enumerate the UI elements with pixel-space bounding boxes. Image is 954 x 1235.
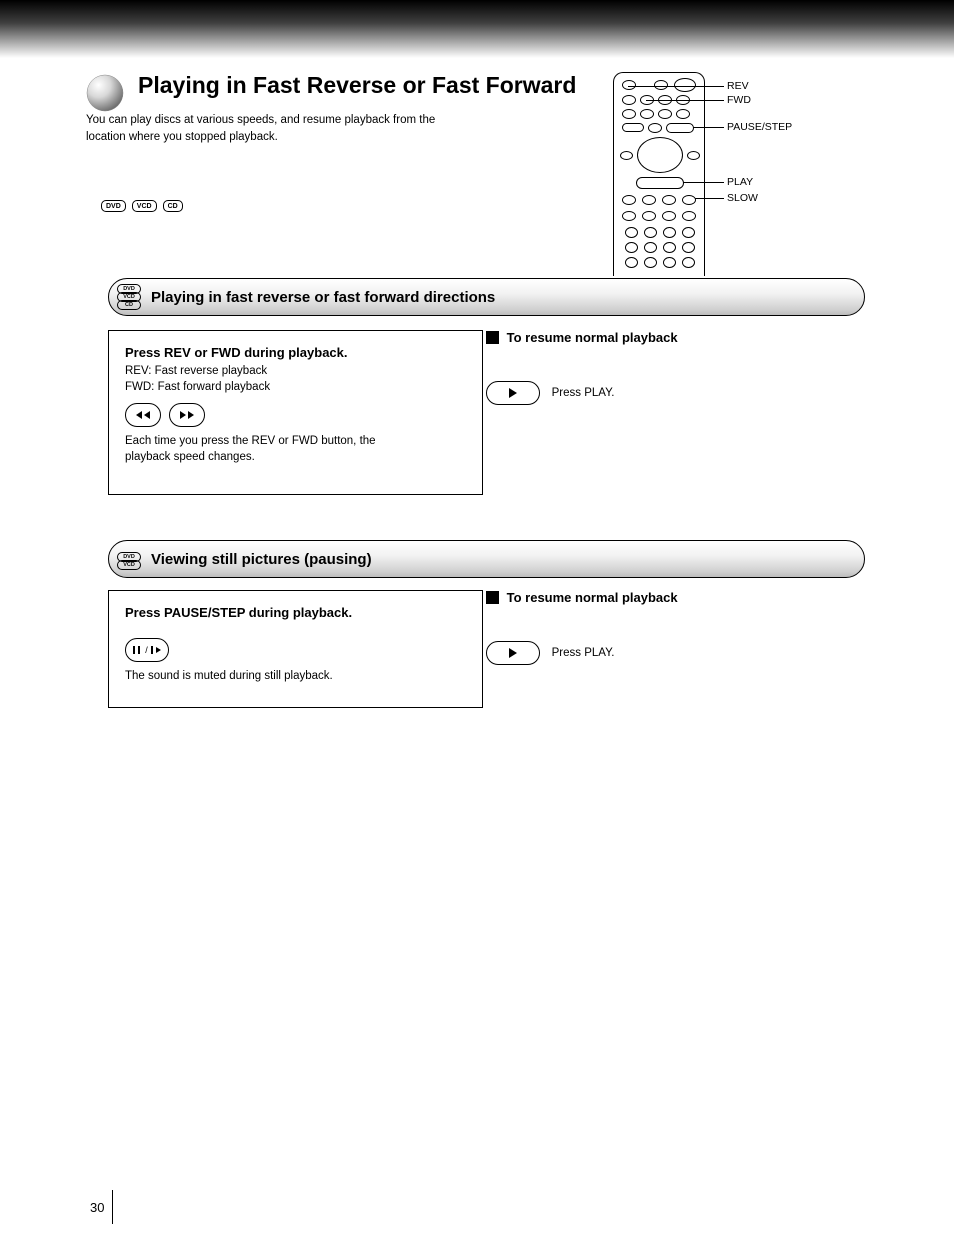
section1-title: Playing in fast reverse or fast forward …	[151, 289, 495, 306]
section1-right-title: To resume normal playback	[507, 330, 678, 345]
section1-icons: DVD VCD CD	[117, 285, 141, 309]
section1-step-body-bottom: Each time you press the REV or FWD butto…	[125, 433, 466, 465]
badge-vcd: VCD	[132, 200, 157, 212]
page-header: Playing in Fast Reverse or Fast Forward …	[86, 70, 616, 145]
section1-right-label: Press PLAY.	[552, 387, 615, 399]
label-fwd: FWD	[727, 94, 751, 106]
page-number: 30	[90, 1200, 104, 1215]
section1-step-body-top: REV: Fast reverse playback FWD: Fast for…	[125, 363, 466, 395]
section1-right: To resume normal playback Press PLAY.	[486, 330, 876, 411]
section2-right-label: Press PLAY.	[552, 647, 615, 659]
remote-diagram: REV FWD PAUSE/STEP PLAY SLOW	[613, 72, 893, 277]
label-pause-step: PAUSE/STEP	[727, 121, 792, 133]
section1-bar: DVD VCD CD Playing in fast reverse or fa…	[108, 278, 865, 316]
remote-body	[613, 72, 705, 276]
rev-icon	[125, 403, 161, 427]
section2-step-title: Press PAUSE/STEP during playback.	[125, 605, 466, 620]
fwd-icon	[169, 403, 205, 427]
section2-step-icons: /	[125, 638, 466, 662]
section2-right: To resume normal playback Press PLAY.	[486, 590, 876, 671]
disc-badges: DVD VCD CD	[101, 200, 183, 212]
square-bullet-icon	[486, 331, 499, 344]
label-slow: SLOW	[727, 192, 758, 204]
label-rev: REV	[727, 80, 749, 92]
label-play: PLAY	[727, 176, 753, 188]
section2-right-title: To resume normal playback	[507, 590, 678, 605]
pause-step-icon: /	[125, 638, 169, 662]
page-title: Playing in Fast Reverse or Fast Forward	[136, 70, 616, 99]
sphere-icon	[86, 74, 124, 112]
subtitle-line-1: You can play discs at various speeds, an…	[86, 114, 435, 126]
section1-step-box: Press REV or FWD during playback. REV: F…	[108, 330, 483, 495]
section2-step-body: The sound is muted during still playback…	[125, 668, 466, 684]
badge-cd: CD	[163, 200, 183, 212]
section2-title: Viewing still pictures (pausing)	[151, 551, 372, 568]
play-icon	[486, 381, 540, 405]
section2-step-box: Press PAUSE/STEP during playback. / The …	[108, 590, 483, 708]
page-divider	[112, 1190, 113, 1224]
page-subtitle: You can play discs at various speeds, an…	[86, 112, 616, 145]
section2-icons: DVD VCD	[117, 549, 141, 569]
section1-step-icons	[125, 403, 466, 427]
top-gradient	[0, 0, 954, 58]
badge-dvd: DVD	[101, 200, 126, 212]
square-bullet-icon-2	[486, 591, 499, 604]
play-icon-2	[486, 641, 540, 665]
subtitle-line-2: location where you stopped playback.	[86, 131, 278, 143]
section1-step-title: Press REV or FWD during playback.	[125, 345, 466, 360]
section2-bar: DVD VCD Viewing still pictures (pausing)	[108, 540, 865, 578]
